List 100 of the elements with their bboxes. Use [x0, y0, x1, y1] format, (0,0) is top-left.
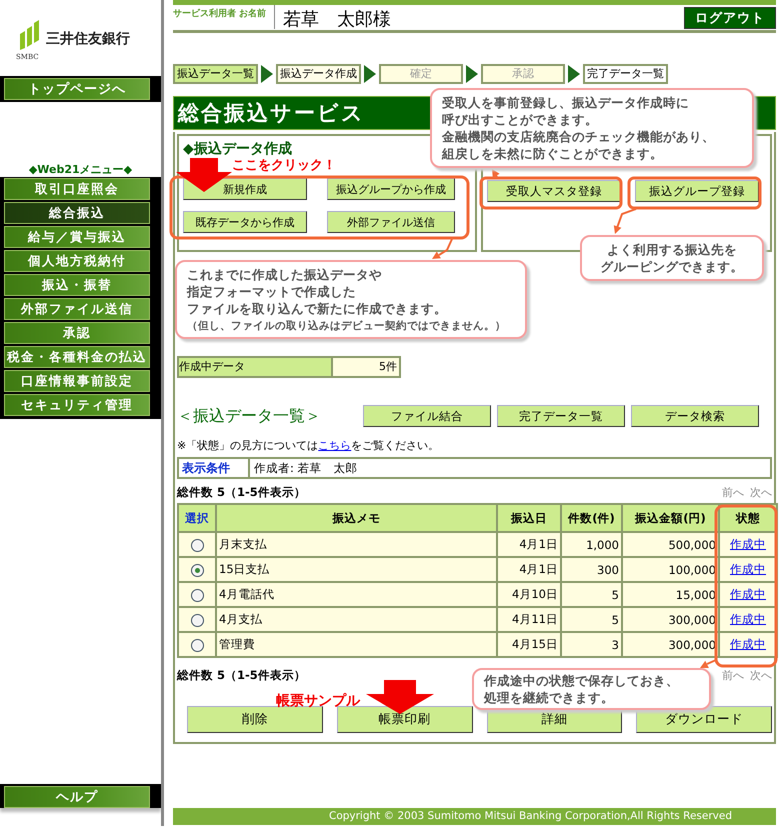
callout-text: 組戻しを未然に防ぐことができます。 [442, 145, 664, 162]
menu-title: ◆Web21メニュー◆ [28, 162, 134, 177]
help-link[interactable]: こちら [318, 439, 352, 452]
total-count: 総件数 5（1-5件表示） [177, 484, 306, 500]
create-button[interactable]: 既存データから作成 [183, 211, 307, 233]
column-header: 振込メモ [216, 504, 497, 532]
table-cell: 作成中データ [179, 358, 333, 376]
leader-line [432, 238, 453, 259]
menu-item[interactable]: 口座情報事前設定 [4, 370, 150, 392]
table-cell: 300 [561, 557, 622, 582]
help-button[interactable]: ヘルプ [4, 786, 150, 808]
callout-text: 金融機関の支店統廃合のチェック機能があり、 [442, 128, 716, 145]
register-button[interactable]: 振込グループ登録 [635, 180, 759, 202]
table-cell: 5 [561, 607, 622, 632]
radio-button[interactable] [190, 638, 204, 652]
menu-item[interactable]: 承認 [4, 322, 150, 344]
copyright-bar: Copyright © 2003 Sumitomo Mitsui Banking Corporation,All Rights Reserved [173, 808, 776, 825]
radio-button[interactable] [190, 588, 204, 602]
menu-item[interactable]: セキュリティ管理 [4, 394, 150, 416]
bank-name: 三井住友銀行 [46, 30, 130, 48]
section-heading: ◆振込データ作成 [183, 140, 292, 158]
total-count: 総件数 5（1-5件表示） [177, 668, 306, 682]
pager-link[interactable]: 次へ [750, 668, 772, 682]
menu-item[interactable]: 総合振込 [4, 202, 150, 224]
table-cell: 500,000 [622, 532, 719, 557]
menu-item[interactable]: 取引口座照会 [4, 178, 150, 200]
table-cell: 4月15日 [497, 632, 561, 657]
table-cell: 15日支払 [216, 557, 497, 582]
menu-item[interactable]: 給与／賞与振込 [4, 226, 150, 248]
list-heading: ＜振込データ一覧＞ [177, 406, 322, 426]
callout-text: 処理を継続できます。 [484, 689, 615, 706]
logout-button[interactable]: ログアウト [684, 7, 776, 29]
table-cell: 4月11日 [497, 607, 561, 632]
arrow-icon [364, 65, 376, 83]
table-cell: 3 [561, 632, 622, 657]
arrow-icon [261, 65, 273, 83]
table-cell: 5 [561, 582, 622, 607]
logo-icon [18, 20, 40, 50]
step-label: 完了データ一覧 [583, 64, 668, 84]
list-button[interactable]: データ検索 [631, 405, 759, 427]
action-button[interactable]: 帳票印刷 [336, 706, 472, 733]
condition-label: 表示条件 [179, 459, 250, 477]
list-button[interactable]: ファイル結合 [363, 405, 491, 427]
create-button[interactable]: 外部ファイル送信 [327, 211, 455, 233]
table-cell: 5件 [333, 358, 399, 376]
user-name: 若草 太郎様 [283, 8, 392, 31]
action-button[interactable]: ダウンロード [636, 706, 772, 733]
pager-link[interactable]: 前へ [722, 484, 744, 500]
click-here-label: ここをクリック！ [232, 157, 336, 174]
callout-text: 受取人を事前登録し、振込データ作成時に [442, 94, 690, 111]
column-header: 振込日 [497, 504, 561, 532]
radio-button[interactable] [190, 538, 204, 552]
menu-item[interactable]: 振込・振替 [4, 274, 150, 296]
callout-text: 指定フォーマットで作成した [187, 283, 357, 300]
callout-text: 作成途中の状態で保存しておき、 [484, 672, 680, 689]
leader-line [492, 169, 500, 178]
action-button[interactable]: 削除 [187, 706, 323, 733]
table-cell: 管理費 [216, 632, 497, 657]
callout-text: グルーピングできます。 [600, 258, 744, 275]
create-button[interactable]: 振込グループから作成 [327, 178, 455, 200]
table-cell: 300,000 [622, 607, 719, 632]
table-cell: 4月支払 [216, 607, 497, 632]
step-label: 承認 [481, 64, 565, 84]
step-label: 振込データ作成 [276, 64, 361, 84]
note-text: をご覧ください。 [351, 439, 440, 452]
pager-link[interactable]: 前へ [722, 668, 744, 682]
table-cell: 4月1日 [497, 532, 561, 557]
table-cell: 4月10日 [497, 582, 561, 607]
menu-item[interactable]: 税金・各種料金の払込 [4, 346, 150, 368]
menu-item[interactable]: 個人地方税納付 [4, 250, 150, 272]
table-cell: 4月電話代 [216, 582, 497, 607]
step-label: 確定 [379, 64, 463, 84]
callout-text: ファイルを取り込んで新たに作成できます。 [187, 300, 448, 317]
register-button[interactable]: 受取人マスタ登録 [487, 180, 621, 202]
column-header: 振込金額(円) [622, 504, 719, 532]
menu-item[interactable]: 外部ファイル送信 [4, 298, 150, 320]
list-button[interactable]: 完了データ一覧 [497, 405, 625, 427]
top-page-button[interactable]: トップページへ [4, 78, 150, 100]
table-cell: 月末支払 [216, 532, 497, 557]
callout-note: （但し、ファイルの取り込みはデビュー契約ではできません。） [187, 319, 507, 333]
callout-text: 呼び出すことができます。 [442, 111, 599, 128]
arrow-icon [466, 65, 478, 83]
callout-text: よく利用する振込先を [606, 241, 738, 258]
table-cell: 100,000 [622, 557, 719, 582]
user-label: サービス利用者 お名前 [173, 5, 276, 29]
table-cell: 4月1日 [497, 557, 561, 582]
column-header: 件数(件) [561, 504, 622, 532]
arrow-icon [568, 65, 580, 83]
table-cell: 15,000 [622, 582, 719, 607]
table-cell: 1,000 [561, 532, 622, 557]
column-header: 選択 [178, 504, 216, 532]
callout-text: これまでに作成した振込データや [187, 266, 383, 283]
pager-link[interactable]: 次へ [750, 484, 772, 500]
condition-value: 作成者: 若草 太郎 [253, 460, 358, 477]
radio-button[interactable] [190, 614, 204, 627]
leader-line [614, 208, 636, 234]
step-label[interactable]: 振込データ一覧 [173, 64, 258, 84]
leader-line [700, 659, 716, 668]
pointer-arrow [366, 680, 434, 714]
radio-button[interactable] [190, 564, 204, 577]
